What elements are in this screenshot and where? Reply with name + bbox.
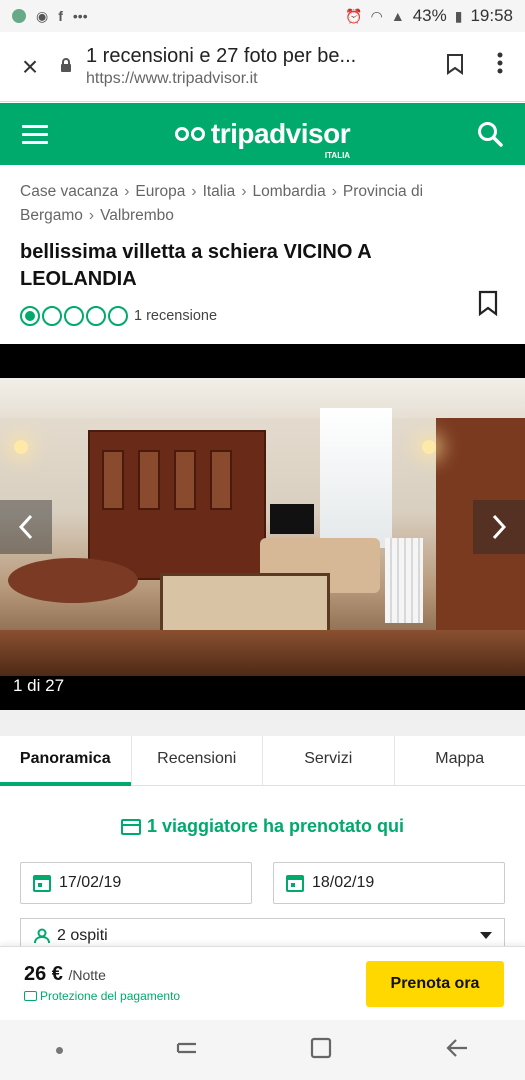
booking-bar: 26 € /Notte Protezione del pagamento Pre… (0, 946, 525, 1020)
lock-icon (60, 58, 78, 75)
bookmark-icon (478, 290, 498, 317)
brand-country: ITALIA (324, 151, 351, 160)
brand-name: tripadvisor ITALIA (210, 118, 351, 160)
page-title: 1 recensioni e 27 foto per be... (86, 45, 357, 67)
checkout-date: 18/02/19 (312, 874, 375, 891)
search-icon (478, 122, 503, 147)
chevron-right-icon (492, 514, 507, 540)
nav-dot-icon[interactable] (56, 1046, 64, 1054)
photo-counter: 1 di 27 (13, 676, 65, 695)
chevron-right-icon: › (88, 207, 95, 224)
breadcrumb-item[interactable]: Europa (135, 183, 185, 200)
chevron-right-icon: › (191, 183, 197, 200)
close-tab-button[interactable]: × (0, 51, 60, 83)
rating-bubble-icon (86, 306, 106, 326)
chevron-left-icon (18, 514, 33, 540)
booking-notice: 1 viaggiatore ha prenotato qui (0, 816, 525, 837)
back-arrow-icon (446, 1038, 467, 1057)
payment-protection[interactable]: Protezione del pagamento (24, 989, 180, 1003)
book-now-button[interactable]: Prenota ora (366, 961, 504, 1007)
back-button[interactable] (445, 1038, 469, 1063)
calendar-icon (33, 875, 51, 892)
photo-gallery[interactable] (0, 344, 525, 710)
chevron-down-icon (480, 932, 492, 939)
browser-toolbar: × 1 recensioni e 27 foto per be... https… (0, 32, 525, 102)
battery-level: 43% (412, 6, 447, 25)
wifi-icon: ◠ (370, 7, 383, 24)
alarm-icon: ⏰ (345, 7, 363, 24)
chevron-right-icon: › (241, 183, 247, 200)
site-header: tripadvisor ITALIA (0, 103, 525, 165)
system-nav-bar (0, 1020, 525, 1080)
site-logo[interactable]: tripadvisor ITALIA (70, 118, 455, 160)
tab-recensioni[interactable]: Recensioni (132, 736, 263, 785)
battery-icon: ▮ (454, 7, 463, 24)
breadcrumb-item[interactable]: Case vacanza (20, 183, 118, 200)
rating-bubble-icon (42, 306, 62, 326)
tab-panoramica[interactable]: Panoramica (0, 736, 132, 786)
recents-icon (176, 1042, 196, 1053)
next-photo-button[interactable] (473, 500, 525, 554)
price-unit: /Notte (68, 967, 106, 983)
clock: 19:58 (470, 6, 513, 25)
bookmark-button[interactable] (435, 53, 475, 81)
rating-summary[interactable]: 1 recensione (20, 306, 217, 326)
shield-icon (24, 991, 37, 1001)
person-icon (34, 928, 50, 943)
bookmark-icon (447, 53, 463, 75)
address-bar[interactable]: 1 recensioni e 27 foto per be... https:/… (86, 45, 435, 88)
home-button[interactable] (310, 1037, 332, 1064)
chevron-right-icon: › (331, 183, 337, 200)
booking-notice-text: 1 viaggiatore ha prenotato qui (146, 816, 405, 836)
credit-card-icon (120, 818, 141, 835)
checkin-field[interactable]: 17/02/19 (20, 862, 252, 904)
checkout-field[interactable]: 18/02/19 (273, 862, 505, 904)
breadcrumb: Case vacanza › Europa › Italia › Lombardia › Pro… (20, 180, 510, 228)
breadcrumb-item[interactable]: Valbrembo (100, 207, 174, 224)
chevron-right-icon: › (124, 183, 130, 200)
recent-apps-button[interactable] (176, 1038, 198, 1063)
tab-servizi[interactable]: Servizi (263, 736, 395, 785)
calendar-icon (286, 875, 304, 892)
page-url: https://www.tripadvisor.it (86, 70, 258, 87)
facebook-icon: f (58, 8, 63, 24)
listing-title: bellissima villetta a schiera VICINO A L… (20, 241, 371, 290)
section-tabs: Panoramica Recensioni Servizi Mappa (0, 736, 525, 786)
price: 26 € /Notte (24, 963, 106, 986)
guests-value: 2 ospiti (57, 926, 108, 944)
price-value: 26 € (24, 963, 63, 985)
checkin-date: 17/02/19 (59, 874, 122, 891)
menu-button[interactable] (0, 124, 70, 144)
payment-protection-text: Protezione del pagamento (40, 989, 181, 1003)
tab-mappa[interactable]: Mappa (395, 736, 525, 785)
save-listing-button[interactable] (478, 290, 498, 321)
signal-icon: ▲ (390, 8, 405, 24)
breadcrumb-item[interactable]: Italia (203, 183, 236, 200)
review-count[interactable]: 1 recensione (134, 308, 217, 324)
home-icon (311, 1037, 332, 1058)
overflow-menu-button[interactable] (475, 52, 525, 81)
owl-logo-icon (174, 127, 205, 141)
listing-photo (0, 378, 525, 676)
breadcrumb-item[interactable]: Lombardia (252, 183, 325, 200)
app-notification-icon (12, 9, 26, 23)
rating-bubble-icon (108, 306, 128, 326)
status-bar: ◉ f ••• ⏰ ◠ ▲ 43% ▮ 19:58 (0, 0, 525, 32)
search-button[interactable] (455, 121, 525, 147)
more-vert-icon (497, 52, 503, 74)
rating-bubble-icon (20, 306, 40, 326)
more-notifications-icon: ••• (72, 8, 88, 24)
previous-photo-button[interactable] (0, 500, 52, 554)
rating-bubble-icon (64, 306, 84, 326)
eye-icon: ◉ (36, 7, 49, 24)
